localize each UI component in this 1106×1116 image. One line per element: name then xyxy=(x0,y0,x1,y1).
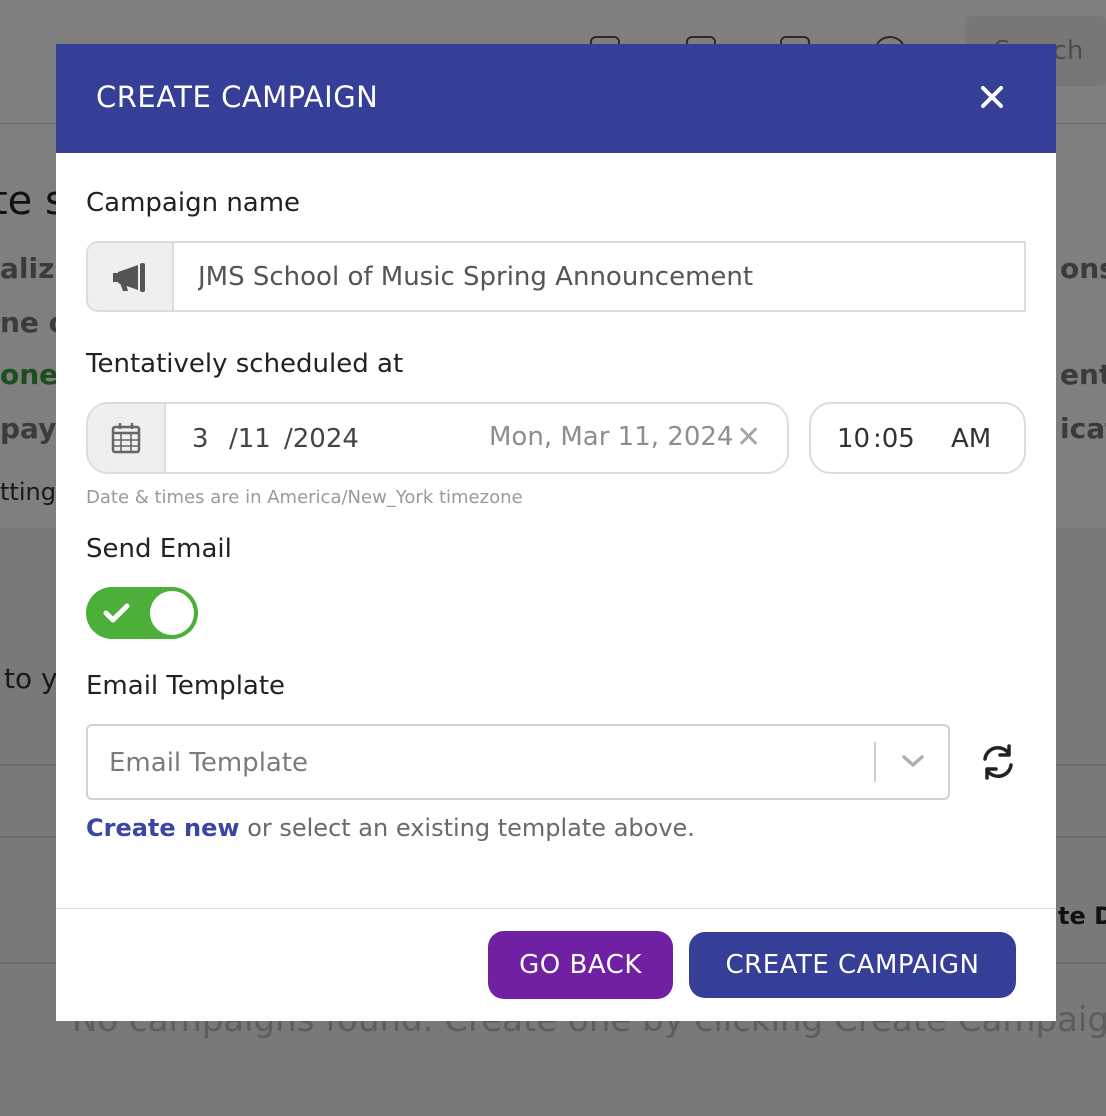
calendar-icon xyxy=(111,423,141,454)
check-icon xyxy=(103,603,130,623)
close-icon xyxy=(981,86,1003,108)
date-year-segment[interactable]: /2024 xyxy=(284,424,359,454)
email-template-select[interactable]: Email Template xyxy=(86,724,950,800)
campaign-name-addon xyxy=(88,243,174,310)
date-picker[interactable]: 3 /11 /2024 Mon, Mar 11, 2024 ✕ xyxy=(86,402,789,474)
create-campaign-button[interactable]: CREATE CAMPAIGN xyxy=(689,932,1016,998)
date-month-segment[interactable]: 3 xyxy=(192,424,209,454)
time-picker[interactable]: 10 :05 AM xyxy=(809,402,1026,474)
go-back-button[interactable]: GO BACK xyxy=(488,931,673,999)
campaign-name-label: Campaign name xyxy=(86,188,301,218)
timezone-hint: Date & times are in America/New_York tim… xyxy=(86,487,523,508)
modal-title: CREATE CAMPAIGN xyxy=(96,80,379,114)
create-new-template-link[interactable]: Create new xyxy=(86,814,240,842)
modal-footer-divider xyxy=(56,908,1056,909)
time-hour-segment[interactable]: 10 xyxy=(837,424,870,454)
close-button[interactable] xyxy=(970,78,1014,118)
chevron-down-icon[interactable] xyxy=(900,752,926,770)
refresh-templates-button[interactable] xyxy=(978,742,1018,782)
email-template-label: Email Template xyxy=(86,671,286,701)
megaphone-icon xyxy=(113,262,145,292)
send-email-toggle[interactable] xyxy=(86,587,198,639)
select-separator xyxy=(874,742,876,782)
create-template-help-text: or select an existing template above. xyxy=(239,814,695,842)
send-email-label: Send Email xyxy=(86,534,232,564)
refresh-icon xyxy=(983,744,1013,780)
date-clear-icon[interactable]: ✕ xyxy=(736,420,761,455)
time-minute-segment[interactable]: :05 xyxy=(873,424,915,454)
create-template-help: Create new or select an existing templat… xyxy=(86,814,695,842)
campaign-name-input[interactable] xyxy=(174,243,1024,310)
time-ampm-segment[interactable]: AM xyxy=(951,424,991,454)
toggle-knob xyxy=(150,591,194,635)
schedule-label: Tentatively scheduled at xyxy=(86,349,404,379)
date-input[interactable]: 3 /11 /2024 Mon, Mar 11, 2024 ✕ xyxy=(166,404,787,472)
date-display: Mon, Mar 11, 2024 xyxy=(489,422,734,452)
campaign-name-group xyxy=(86,241,1026,312)
email-template-placeholder: Email Template xyxy=(109,748,309,778)
date-picker-addon[interactable] xyxy=(88,404,166,472)
date-day-segment[interactable]: /11 xyxy=(229,424,271,454)
modal-header: CREATE CAMPAIGN xyxy=(56,44,1056,153)
create-campaign-modal: CREATE CAMPAIGN Campaign name Tentativel… xyxy=(56,44,1056,1021)
